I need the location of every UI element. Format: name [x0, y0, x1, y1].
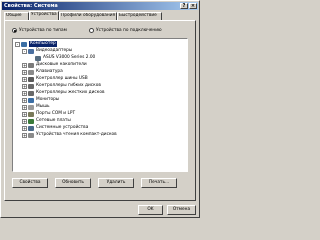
print-button[interactable]: Печать...	[141, 178, 177, 188]
tree-node-hdd-controllers[interactable]: + Контроллеры жестких дисков	[22, 90, 105, 96]
tree-node-label: Мышь	[36, 104, 50, 109]
tree-node-label: Сетевые платы	[36, 118, 71, 123]
tree-node-label: Порты COM и LPT	[36, 111, 76, 116]
remove-button[interactable]: Удалить	[98, 178, 134, 188]
tree-node-label: Клавиатура	[36, 69, 63, 74]
tree-node-network-cards[interactable]: + Сетевые платы	[22, 118, 71, 124]
tab-performance[interactable]: Быстродействие	[117, 12, 162, 20]
close-button[interactable]: ×	[189, 3, 197, 9]
expand-toggle[interactable]: +	[22, 104, 27, 110]
ok-button[interactable]: OK	[138, 205, 163, 215]
cancel-button[interactable]: Отмена	[167, 205, 196, 215]
tab-devices[interactable]: Устройства	[29, 11, 59, 20]
tree-node-label: Дисковые накопители	[36, 62, 87, 67]
refresh-button[interactable]: Обновить	[55, 178, 91, 188]
tree-node-computer[interactable]: - Компьютер	[15, 41, 57, 47]
view-by-type-label: Устройства по типам	[19, 28, 67, 33]
tree-node-mouse[interactable]: + Мышь	[22, 104, 50, 110]
expand-toggle[interactable]: +	[22, 76, 27, 82]
usb-icon	[28, 76, 34, 82]
title-bar: Свойства: Система ? ×	[2, 2, 198, 10]
view-by-connection-radio[interactable]: Устройства по подключению	[89, 28, 162, 33]
system-device-icon	[28, 125, 34, 131]
mouse-icon	[28, 104, 34, 110]
radio-unchecked-icon	[89, 28, 94, 33]
display-adapter-icon	[35, 55, 41, 61]
expand-toggle[interactable]: +	[22, 111, 27, 117]
floppy-controller-icon	[28, 83, 34, 89]
radio-checked-icon	[12, 28, 17, 33]
expand-toggle[interactable]: +	[22, 90, 27, 96]
tree-node-ports[interactable]: + Порты COM и LPT	[22, 111, 75, 117]
expand-toggle[interactable]: +	[22, 69, 27, 75]
tree-node-floppy-controllers[interactable]: + Контроллеры гибких дисков	[22, 83, 101, 89]
tree-node-label: Системные устройства	[36, 125, 89, 130]
window-title: Свойства: Система	[4, 3, 58, 9]
port-icon	[28, 111, 34, 117]
monitor-icon	[28, 97, 34, 103]
network-card-icon	[28, 118, 34, 124]
tree-node-system-devices[interactable]: + Системные устройства	[22, 125, 88, 131]
tree-node-cdrom[interactable]: + Устройства чтения компакт-дисков	[22, 132, 117, 138]
device-tree[interactable]: - Компьютер - Видеоадаптеры ASUS V3000 S…	[12, 38, 188, 172]
keyboard-icon	[28, 69, 34, 75]
computer-icon	[21, 41, 27, 47]
tab-general[interactable]: Общие	[4, 12, 29, 20]
tree-node-label: Мониторы	[36, 97, 60, 102]
tree-node-asus-adapter[interactable]: ASUS V3000 Series 2.00	[35, 55, 95, 61]
expand-toggle[interactable]: +	[22, 62, 27, 68]
hdd-controller-icon	[28, 90, 34, 96]
collapse-toggle[interactable]: -	[15, 41, 20, 47]
devices-panel: Устройства по типам Устройства по подклю…	[4, 20, 196, 201]
view-by-connection-label: Устройства по подключению	[96, 28, 162, 33]
tab-hardware-profiles[interactable]: Профили оборудования	[59, 12, 117, 20]
help-button[interactable]: ?	[180, 3, 188, 9]
view-options: Устройства по типам Устройства по подклю…	[5, 28, 195, 35]
tab-strip: Общие Устройства Профили оборудования Бы…	[4, 11, 162, 20]
tree-node-label: Видеоадаптеры	[36, 48, 73, 53]
tree-node-keyboard[interactable]: + Клавиатура	[22, 69, 63, 75]
properties-button[interactable]: Свойства	[12, 178, 48, 188]
system-properties-window: Свойства: Система ? × Общие Устройства П…	[0, 0, 200, 218]
expand-toggle[interactable]: +	[22, 125, 27, 131]
disk-drive-icon	[28, 62, 34, 68]
tree-node-label: ASUS V3000 Series 2.00	[43, 55, 96, 60]
tree-node-label: Контроллер шины USB	[36, 76, 88, 81]
tree-node-monitors[interactable]: + Мониторы	[22, 97, 59, 103]
expand-toggle[interactable]: +	[22, 132, 27, 138]
expand-toggle[interactable]: +	[22, 118, 27, 124]
tree-node-usb-controller[interactable]: + Контроллер шины USB	[22, 76, 88, 82]
tree-node-disk-drives[interactable]: + Дисковые накопители	[22, 62, 87, 68]
view-by-type-radio[interactable]: Устройства по типам	[12, 28, 67, 33]
monitor-icon	[28, 48, 34, 54]
tree-node-label: Устройства чтения компакт-дисков	[36, 132, 117, 137]
cdrom-icon	[28, 132, 34, 138]
expand-toggle[interactable]: +	[22, 97, 27, 103]
tree-node-display-adapters[interactable]: - Видеоадаптеры	[22, 48, 72, 54]
tree-node-label: Компьютер	[29, 41, 57, 47]
tree-node-label: Контроллеры гибких дисков	[36, 83, 101, 88]
expand-toggle[interactable]: +	[22, 83, 27, 89]
tree-node-label: Контроллеры жестких дисков	[36, 90, 105, 95]
collapse-toggle[interactable]: -	[22, 48, 27, 54]
